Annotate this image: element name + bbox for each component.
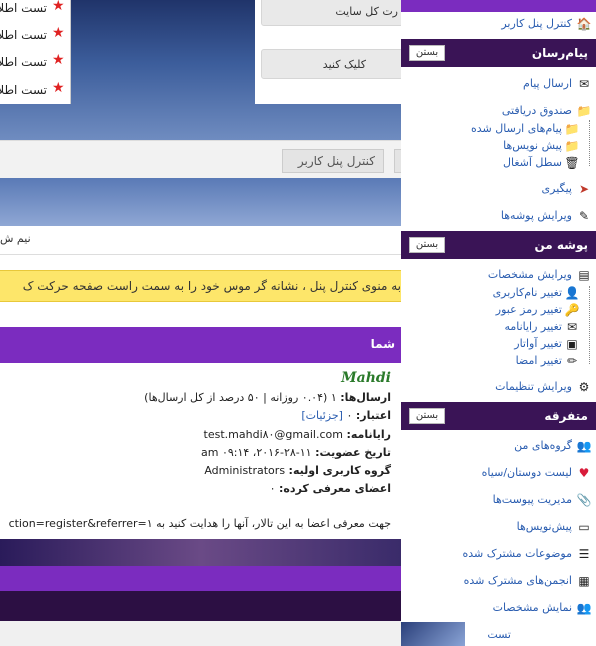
- mypage-header: پوشه من بستن: [401, 231, 596, 259]
- site-all-row[interactable]: رت کل سایت: [261, 0, 401, 26]
- breadcrumb: کنترل پنل کاربر: [0, 140, 401, 180]
- main-content: ★ تست اطلا ★ تست اطلا ★ تست اطلا ★ تست ا…: [0, 0, 401, 646]
- profile-header: شما: [0, 327, 401, 363]
- footer-gray: [0, 621, 401, 646]
- email-value: test.mahdi۸۰@gmail.com: [203, 428, 343, 441]
- heart-icon: ♥: [578, 466, 590, 480]
- edit-folder-icon: ✎: [578, 209, 590, 223]
- sidebar-item-cp[interactable]: 🏠 کنترل پنل کاربر: [401, 13, 596, 35]
- users-icon: 👥: [576, 601, 592, 615]
- forum-icon: ▦: [578, 574, 590, 588]
- misc-header: متفرقه بستن: [401, 402, 596, 430]
- sidebar-item-buddy-list[interactable]: ♥ لیست دوستان/سیاه: [401, 462, 596, 484]
- pencil-icon: ✏: [566, 354, 578, 368]
- sidebar-item-subscribed-forums[interactable]: ▦ انجمن‌های مشترک شده: [401, 570, 596, 592]
- collapse-button[interactable]: بستن: [409, 45, 445, 61]
- collapse-button[interactable]: بستن: [409, 408, 445, 424]
- sidebar-item-edit-folders[interactable]: ✎ ویرایش پوشه‌ها: [401, 205, 596, 227]
- info-row: نیم ش: [0, 226, 401, 255]
- star-icon: ★: [52, 52, 65, 68]
- sidebar-item-change-signature[interactable]: ✏ تغییر امضا: [401, 350, 596, 372]
- home-icon: 🏠: [576, 17, 592, 31]
- control-panel-box: رت کل سایت کلیک کنید: [255, 0, 401, 104]
- username[interactable]: Mahdi: [341, 370, 391, 386]
- sidebar-top-strip: [401, 0, 596, 12]
- posts-value: ۱ (۰.۰۴ روزانه | ۵۰ درصد از کل ارسال‌ها): [144, 391, 337, 404]
- sidebar-item-trash[interactable]: 🗑 سطل آشغال: [401, 152, 596, 174]
- list-item[interactable]: ★ تست اطلا: [0, 76, 70, 104]
- track-icon: ➤: [578, 182, 590, 196]
- sidebar-item-track[interactable]: ➤ پیگیری: [401, 178, 596, 200]
- list-item[interactable]: ★ تست اطلا: [0, 21, 70, 49]
- bottom-item[interactable]: تست: [471, 626, 511, 646]
- sidebar-item-subscribed-threads[interactable]: ☰ موضوعات مشترک شده: [401, 543, 596, 565]
- sidebar-item-send[interactable]: ✉ ارسال پیام: [401, 73, 596, 95]
- messenger-header: پیام‌رسان بستن: [401, 39, 596, 67]
- envelope-icon: ✉: [578, 77, 590, 91]
- document-icon: ▭: [578, 520, 590, 534]
- footer-bar: [0, 566, 401, 591]
- star-icon: ★: [52, 25, 65, 41]
- paperclip-icon: 📎: [576, 493, 592, 507]
- referral-note: جهت معرفی اعضا به این تالار، آنها را هدا…: [8, 517, 391, 530]
- tip-banner: به منوی کنترل پنل ، نشانه گر موس خود را …: [0, 270, 401, 302]
- star-icon: ★: [52, 80, 65, 96]
- breadcrumb-home[interactable]: [394, 149, 401, 173]
- sidebar-item-edit-settings[interactable]: ⚙ ویرایش تنظیمات: [401, 376, 596, 398]
- list-item[interactable]: ★ تست اطلا: [0, 48, 70, 76]
- sidebar-item-view-profile[interactable]: 👥 نمایش مشخصات: [401, 597, 596, 619]
- users-icon: 👥: [576, 439, 592, 453]
- sidebar-item-my-groups[interactable]: 👥 گروه‌های من: [401, 435, 596, 457]
- credit-details-link[interactable]: [جزئیات]: [301, 409, 343, 422]
- profile-summary: Mahdi ارسال‌ها: ۱ (۰.۰۴ روزانه | ۵۰ درصد…: [0, 363, 401, 539]
- sidebar-item-attachments[interactable]: 📎 مدیریت پیوست‌ها: [401, 489, 596, 511]
- collapse-button[interactable]: بستن: [409, 237, 445, 253]
- footer-dark: [0, 591, 401, 621]
- profile-card-icon: ▤: [578, 268, 590, 282]
- starred-list: ★ تست اطلا ★ تست اطلا ★ تست اطلا ★ تست ا…: [0, 0, 71, 104]
- star-icon: ★: [52, 0, 65, 14]
- breadcrumb-control-panel[interactable]: کنترل پنل کاربر: [282, 149, 384, 173]
- click-here-button[interactable]: کلیک کنید: [261, 49, 401, 79]
- trash-icon: 🗑: [564, 156, 580, 170]
- thumbnail-image: [401, 622, 465, 646]
- gear-icon: ⚙: [578, 380, 590, 394]
- sidebar-item-drafts-misc[interactable]: ▭ پیش‌نویس‌ها: [401, 516, 596, 538]
- folder-icon: 📁: [576, 104, 592, 118]
- user-cp-sidebar: 🏠 کنترل پنل کاربر پیام‌رسان بستن ✉ ارسال…: [401, 0, 596, 646]
- list-icon: ☰: [578, 547, 590, 561]
- secondary-banner: [0, 178, 401, 226]
- list-item[interactable]: ★ تست اطلا: [0, 0, 70, 22]
- footer-image: [0, 539, 401, 566]
